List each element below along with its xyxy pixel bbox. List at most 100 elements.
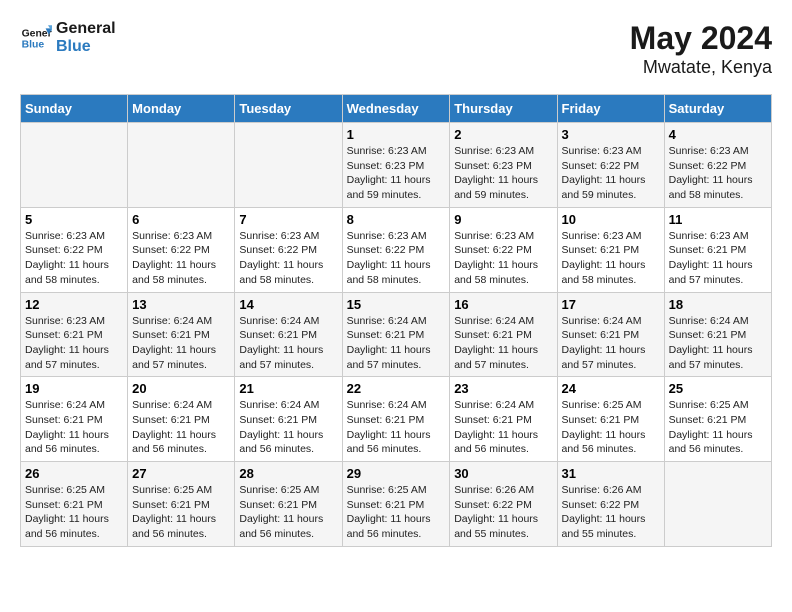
- day-info: Sunrise: 6:24 AM Sunset: 6:21 PM Dayligh…: [132, 398, 230, 457]
- day-number: 12: [25, 297, 123, 312]
- day-info: Sunrise: 6:24 AM Sunset: 6:21 PM Dayligh…: [25, 398, 123, 457]
- day-info: Sunrise: 6:23 AM Sunset: 6:21 PM Dayligh…: [562, 229, 660, 288]
- calendar-month-year: May 2024: [630, 20, 772, 57]
- calendar-day-cell: 24 Sunrise: 6:25 AM Sunset: 6:21 PM Dayli…: [557, 377, 664, 462]
- day-info: Sunrise: 6:26 AM Sunset: 6:22 PM Dayligh…: [454, 483, 552, 542]
- day-number: 20: [132, 381, 230, 396]
- weekday-header-saturday: Saturday: [664, 95, 771, 123]
- calendar-location: Mwatate, Kenya: [630, 57, 772, 78]
- calendar-day-cell: 26 Sunrise: 6:25 AM Sunset: 6:21 PM Dayli…: [21, 462, 128, 547]
- calendar-day-cell: 1 Sunrise: 6:23 AM Sunset: 6:23 PM Daylig…: [342, 123, 450, 208]
- day-info: Sunrise: 6:24 AM Sunset: 6:21 PM Dayligh…: [132, 314, 230, 373]
- calendar-day-cell: 20 Sunrise: 6:24 AM Sunset: 6:21 PM Dayli…: [128, 377, 235, 462]
- calendar-day-cell: 23 Sunrise: 6:24 AM Sunset: 6:21 PM Dayli…: [450, 377, 557, 462]
- day-number: 7: [239, 212, 337, 227]
- calendar-day-cell: [664, 462, 771, 547]
- day-number: 29: [347, 466, 446, 481]
- calendar-body: 1 Sunrise: 6:23 AM Sunset: 6:23 PM Daylig…: [21, 123, 772, 547]
- day-info: Sunrise: 6:25 AM Sunset: 6:21 PM Dayligh…: [562, 398, 660, 457]
- day-number: 2: [454, 127, 552, 142]
- day-number: 31: [562, 466, 660, 481]
- calendar-day-cell: 30Sunrise: 6:26 AM Sunset: 6:22 PM Dayli…: [450, 462, 557, 547]
- logo-text-blue: Blue: [56, 38, 116, 56]
- weekday-header-friday: Friday: [557, 95, 664, 123]
- calendar-day-cell: 6 Sunrise: 6:23 AM Sunset: 6:22 PM Daylig…: [128, 207, 235, 292]
- calendar-day-cell: 4 Sunrise: 6:23 AM Sunset: 6:22 PM Daylig…: [664, 123, 771, 208]
- day-info: Sunrise: 6:23 AM Sunset: 6:22 PM Dayligh…: [132, 229, 230, 288]
- day-number: 10: [562, 212, 660, 227]
- day-number: 16: [454, 297, 552, 312]
- day-info: Sunrise: 6:23 AM Sunset: 6:23 PM Dayligh…: [347, 144, 446, 203]
- day-info: Sunrise: 6:24 AM Sunset: 6:21 PM Dayligh…: [454, 398, 552, 457]
- day-info: Sunrise: 6:23 AM Sunset: 6:22 PM Dayligh…: [454, 229, 552, 288]
- day-info: Sunrise: 6:23 AM Sunset: 6:23 PM Dayligh…: [454, 144, 552, 203]
- calendar-table: SundayMondayTuesdayWednesdayThursdayFrid…: [20, 94, 772, 547]
- calendar-day-cell: 29 Sunrise: 6:25 AM Sunset: 6:21 PM Dayli…: [342, 462, 450, 547]
- calendar-day-cell: 14Sunrise: 6:24 AM Sunset: 6:21 PM Dayli…: [235, 292, 342, 377]
- day-info: Sunrise: 6:26 AM Sunset: 6:22 PM Dayligh…: [562, 483, 660, 542]
- day-number: 9: [454, 212, 552, 227]
- day-number: 25: [669, 381, 767, 396]
- day-info: Sunrise: 6:25 AM Sunset: 6:21 PM Dayligh…: [347, 483, 446, 542]
- calendar-day-cell: 21 Sunrise: 6:24 AM Sunset: 6:21 PM Dayli…: [235, 377, 342, 462]
- day-info: Sunrise: 6:24 AM Sunset: 6:21 PM Dayligh…: [239, 398, 337, 457]
- day-number: 17: [562, 297, 660, 312]
- day-number: 28: [239, 466, 337, 481]
- day-info: Sunrise: 6:23 AM Sunset: 6:22 PM Dayligh…: [669, 144, 767, 203]
- day-info: Sunrise: 6:23 AM Sunset: 6:21 PM Dayligh…: [25, 314, 123, 373]
- calendar-week-row: 26 Sunrise: 6:25 AM Sunset: 6:21 PM Dayli…: [21, 462, 772, 547]
- day-number: 6: [132, 212, 230, 227]
- weekday-header-wednesday: Wednesday: [342, 95, 450, 123]
- day-info: Sunrise: 6:24 AM Sunset: 6:21 PM Dayligh…: [669, 314, 767, 373]
- day-info: Sunrise: 6:25 AM Sunset: 6:21 PM Dayligh…: [669, 398, 767, 457]
- calendar-day-cell: 15 Sunrise: 6:24 AM Sunset: 6:21 PM Dayli…: [342, 292, 450, 377]
- weekday-header-row: SundayMondayTuesdayWednesdayThursdayFrid…: [21, 95, 772, 123]
- day-info: Sunrise: 6:24 AM Sunset: 6:21 PM Dayligh…: [347, 398, 446, 457]
- day-info: Sunrise: 6:25 AM Sunset: 6:21 PM Dayligh…: [25, 483, 123, 542]
- day-number: 21: [239, 381, 337, 396]
- day-info: Sunrise: 6:24 AM Sunset: 6:21 PM Dayligh…: [239, 314, 337, 373]
- day-number: 1: [347, 127, 446, 142]
- calendar-day-cell: 8 Sunrise: 6:23 AM Sunset: 6:22 PM Daylig…: [342, 207, 450, 292]
- logo-text-general: General: [56, 20, 116, 38]
- day-number: 23: [454, 381, 552, 396]
- logo-icon: General Blue: [20, 22, 52, 54]
- day-info: Sunrise: 6:24 AM Sunset: 6:21 PM Dayligh…: [347, 314, 446, 373]
- day-info: Sunrise: 6:23 AM Sunset: 6:21 PM Dayligh…: [669, 229, 767, 288]
- day-info: Sunrise: 6:25 AM Sunset: 6:21 PM Dayligh…: [132, 483, 230, 542]
- calendar-day-cell: 31 Sunrise: 6:26 AM Sunset: 6:22 PM Dayli…: [557, 462, 664, 547]
- calendar-day-cell: 18Sunrise: 6:24 AM Sunset: 6:21 PM Dayli…: [664, 292, 771, 377]
- day-info: Sunrise: 6:23 AM Sunset: 6:22 PM Dayligh…: [347, 229, 446, 288]
- calendar-week-row: 19Sunrise: 6:24 AM Sunset: 6:21 PM Dayli…: [21, 377, 772, 462]
- calendar-day-cell: 17 Sunrise: 6:24 AM Sunset: 6:21 PM Dayli…: [557, 292, 664, 377]
- day-number: 3: [562, 127, 660, 142]
- day-info: Sunrise: 6:23 AM Sunset: 6:22 PM Dayligh…: [562, 144, 660, 203]
- day-number: 11: [669, 212, 767, 227]
- day-number: 15: [347, 297, 446, 312]
- calendar-day-cell: 7 Sunrise: 6:23 AM Sunset: 6:22 PM Daylig…: [235, 207, 342, 292]
- page-header: General Blue General Blue May 2024 Mwata…: [20, 20, 772, 78]
- calendar-day-cell: 3 Sunrise: 6:23 AM Sunset: 6:22 PM Daylig…: [557, 123, 664, 208]
- logo: General Blue General Blue: [20, 20, 116, 56]
- day-info: Sunrise: 6:23 AM Sunset: 6:22 PM Dayligh…: [239, 229, 337, 288]
- calendar-week-row: 12 Sunrise: 6:23 AM Sunset: 6:21 PM Dayli…: [21, 292, 772, 377]
- calendar-day-cell: [128, 123, 235, 208]
- day-info: Sunrise: 6:24 AM Sunset: 6:21 PM Dayligh…: [562, 314, 660, 373]
- calendar-day-cell: 19Sunrise: 6:24 AM Sunset: 6:21 PM Dayli…: [21, 377, 128, 462]
- calendar-day-cell: 25 Sunrise: 6:25 AM Sunset: 6:21 PM Dayli…: [664, 377, 771, 462]
- day-number: 8: [347, 212, 446, 227]
- day-number: 26: [25, 466, 123, 481]
- calendar-day-cell: 28Sunrise: 6:25 AM Sunset: 6:21 PM Dayli…: [235, 462, 342, 547]
- calendar-day-cell: 27Sunrise: 6:25 AM Sunset: 6:21 PM Dayli…: [128, 462, 235, 547]
- day-number: 24: [562, 381, 660, 396]
- calendar-day-cell: 5Sunrise: 6:23 AM Sunset: 6:22 PM Daylig…: [21, 207, 128, 292]
- calendar-day-cell: 9 Sunrise: 6:23 AM Sunset: 6:22 PM Daylig…: [450, 207, 557, 292]
- calendar-day-cell: 2 Sunrise: 6:23 AM Sunset: 6:23 PM Daylig…: [450, 123, 557, 208]
- calendar-week-row: 1 Sunrise: 6:23 AM Sunset: 6:23 PM Daylig…: [21, 123, 772, 208]
- weekday-header-monday: Monday: [128, 95, 235, 123]
- calendar-day-cell: 12 Sunrise: 6:23 AM Sunset: 6:21 PM Dayli…: [21, 292, 128, 377]
- calendar-day-cell: 22Sunrise: 6:24 AM Sunset: 6:21 PM Dayli…: [342, 377, 450, 462]
- calendar-day-cell: 13Sunrise: 6:24 AM Sunset: 6:21 PM Dayli…: [128, 292, 235, 377]
- day-number: 4: [669, 127, 767, 142]
- calendar-day-cell: [235, 123, 342, 208]
